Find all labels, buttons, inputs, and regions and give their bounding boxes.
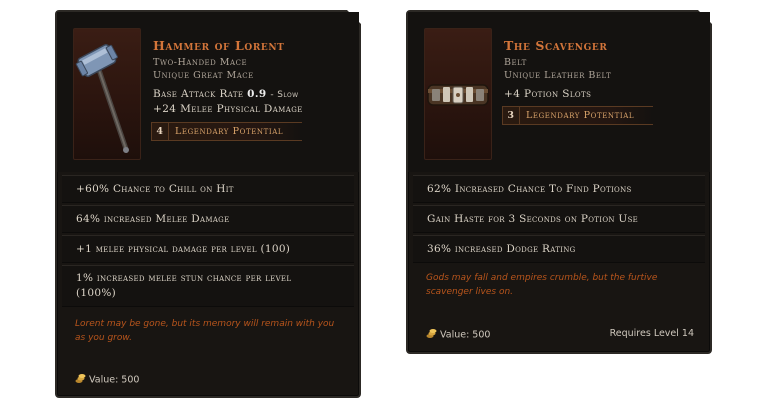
affix-row: 62% Increased Chance To Find Potions xyxy=(413,175,705,203)
item-name: Hammer of Lorent xyxy=(153,38,285,53)
gold-coin-icon xyxy=(426,328,437,342)
base-stat-note: - Slow xyxy=(270,90,299,100)
base-stat-label: Base Attack Rate xyxy=(153,88,244,100)
item-value: Value: 500 xyxy=(426,328,490,342)
implicit-stat: +24 Melee Physical Damage xyxy=(153,103,303,115)
item-tooltip-hammer-of-lorent: Hammer of Lorent Two-Handed Mace Unique … xyxy=(55,10,361,398)
affix-row: +1 melee physical damage per level (100) xyxy=(62,235,354,263)
item-portrait xyxy=(73,28,141,160)
legendary-potential-value: 3 xyxy=(503,107,520,124)
item-type: Belt xyxy=(504,57,527,68)
legendary-potential-label: Legendary Potential xyxy=(175,126,284,137)
item-portrait xyxy=(424,28,492,160)
level-requirement: Requires Level 14 xyxy=(609,328,694,339)
item-name: The Scavenger xyxy=(504,38,608,53)
affix-row: +60% Chance to Chill on Hit xyxy=(62,175,354,203)
item-tooltip-the-scavenger: The Scavenger Belt Unique Leather Belt +… xyxy=(406,10,712,354)
base-stat-value: 0.9 xyxy=(247,88,267,100)
implicit-stat: +4 Potion Slots xyxy=(504,88,592,100)
legendary-potential-value: 4 xyxy=(152,123,169,140)
affix-row: Gain Haste for 3 Seconds on Potion Use xyxy=(413,205,705,233)
great-mace-icon xyxy=(75,44,129,153)
item-value: Value: 500 xyxy=(75,373,139,387)
legendary-potential-label: Legendary Potential xyxy=(526,110,635,121)
item-rarity: Unique Great Mace xyxy=(153,70,254,81)
flavor-text: Gods may fall and empires crumble, but t… xyxy=(426,273,658,297)
item-value-text: Value: 500 xyxy=(89,374,140,386)
base-stat-line: Base Attack Rate 0.9 - Slow xyxy=(153,88,298,100)
flavor-text: Lorent may be gone, but its memory will … xyxy=(75,319,335,343)
legendary-potential-badge: 3 Legendary Potential xyxy=(502,106,653,125)
affix-row: 36% increased Dodge Rating xyxy=(413,235,705,263)
affix-row: 1% increased melee stun chance per level… xyxy=(62,265,354,307)
leather-belt-icon xyxy=(427,84,489,106)
item-rarity: Unique Leather Belt xyxy=(504,70,612,81)
item-type: Two-Handed Mace xyxy=(153,57,248,68)
legendary-potential-badge: 4 Legendary Potential xyxy=(151,122,302,141)
item-value-text: Value: 500 xyxy=(440,329,491,341)
affix-row: 64% increased Melee Damage xyxy=(62,205,354,233)
gold-coin-icon xyxy=(75,373,86,387)
